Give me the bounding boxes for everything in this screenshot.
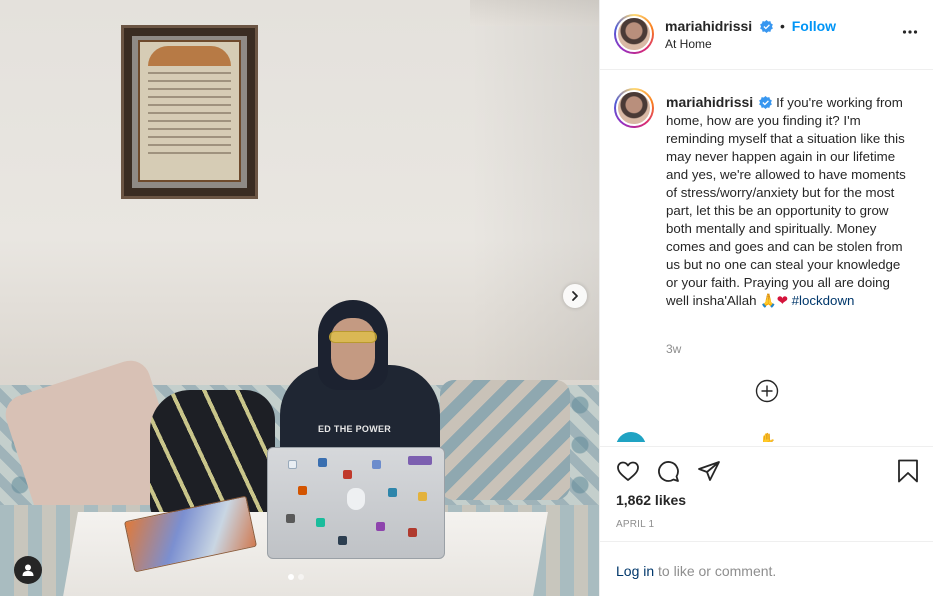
- caption-avatar[interactable]: [614, 88, 654, 128]
- plus-circle-icon[interactable]: [755, 379, 779, 403]
- caption-text: If you're working from home, how are you…: [666, 95, 906, 308]
- post-header: mariahidrissi • Follow At Home: [600, 0, 933, 70]
- comment-avatar[interactable]: [616, 432, 646, 442]
- avatar[interactable]: [614, 14, 654, 54]
- more-icon[interactable]: [902, 24, 918, 40]
- caption-emoji: 🙏❤: [760, 293, 788, 308]
- tagged-users-button[interactable]: [14, 556, 42, 584]
- carousel-dot: [288, 574, 294, 580]
- save-icon[interactable]: [897, 459, 919, 483]
- pillow: [440, 380, 570, 500]
- next-comment-preview: … … … … … … ✋: [616, 432, 916, 442]
- carousel-indicator: [288, 574, 304, 580]
- post-actions: 1,862 likes APRIL 1: [600, 446, 933, 541]
- post-caption: mariahidrissi If you're working from hom…: [666, 93, 914, 310]
- post-side-panel: mariahidrissi • Follow At Home mariahidr…: [599, 0, 933, 596]
- heart-icon[interactable]: [616, 459, 640, 483]
- caption-age[interactable]: 3w: [666, 342, 681, 356]
- login-prompt: Log in to like or comment.: [600, 541, 933, 596]
- carousel-next-button[interactable]: [563, 284, 587, 308]
- laptop: [267, 447, 445, 559]
- post-location[interactable]: At Home: [665, 37, 712, 51]
- post-date[interactable]: APRIL 1: [616, 519, 654, 530]
- verified-icon: [760, 20, 773, 33]
- wall-shadow: [470, 0, 599, 380]
- apple-logo-icon: [347, 488, 365, 510]
- hashtag-link[interactable]: #lockdown: [792, 293, 855, 308]
- chevron-right-icon: [572, 291, 578, 301]
- framed-calligraphy: [138, 40, 241, 182]
- comment-icon[interactable]: [656, 459, 680, 483]
- wall-frame: [121, 25, 258, 199]
- post-photo[interactable]: ED THE POWER: [0, 0, 599, 596]
- carousel-dot: [298, 574, 304, 580]
- login-link[interactable]: Log in: [616, 563, 654, 579]
- follow-button[interactable]: Follow: [792, 18, 836, 34]
- person-face: [331, 318, 375, 380]
- hoodie-print: ED THE POWER: [318, 424, 392, 434]
- comments-area: mariahidrissi If you're working from hom…: [600, 70, 933, 442]
- like-count[interactable]: 1,862 likes: [616, 492, 686, 508]
- verified-icon: [759, 96, 773, 109]
- sunglasses: [329, 331, 377, 343]
- user-tag-icon: [22, 564, 34, 576]
- header-username[interactable]: mariahidrissi: [665, 18, 752, 34]
- login-prompt-text: to like or comment.: [654, 563, 777, 579]
- caption-username[interactable]: mariahidrissi: [666, 94, 753, 110]
- share-icon[interactable]: [697, 459, 721, 483]
